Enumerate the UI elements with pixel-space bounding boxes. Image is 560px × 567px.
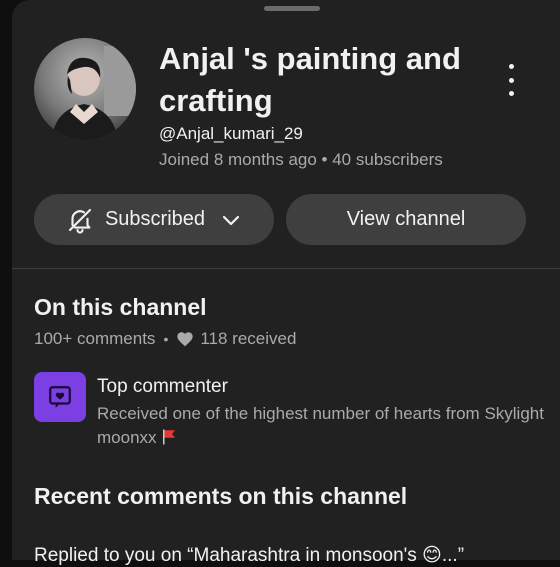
more-options-icon[interactable]	[502, 64, 520, 96]
chevron-down-icon	[219, 208, 243, 232]
channel-handle: @Anjal_kumari_29	[159, 124, 303, 143]
on-this-channel-title: On this channel	[34, 294, 207, 320]
badge-title: Top commenter	[97, 376, 228, 397]
channel-meta: Joined 8 months ago • 40 subscribers	[159, 150, 443, 169]
replied-comment-link[interactable]: Replied to you on “Maharashtra in monsoo…	[34, 544, 464, 567]
comments-count: 100+ comments	[34, 329, 156, 348]
channel-stats: 100+ comments • 118 received	[34, 329, 296, 349]
channel-avatar[interactable]	[34, 38, 136, 140]
hearts-received: 118 received	[200, 329, 297, 348]
recent-comments-title: Recent comments on this channel	[34, 483, 408, 509]
red-flag-icon	[160, 428, 178, 453]
channel-name: Anjal 's painting and crafting	[159, 41, 461, 118]
view-channel-button[interactable]: View channel	[286, 194, 526, 245]
divider	[12, 268, 560, 269]
bell-off-icon	[65, 205, 95, 235]
heart-chat-icon	[34, 372, 86, 422]
badge-description: Received one of the highest number of he…	[97, 402, 557, 453]
subscribed-button[interactable]: Subscribed	[34, 194, 274, 245]
drag-handle[interactable]	[264, 6, 320, 11]
heart-icon	[176, 331, 194, 347]
subscribed-label: Subscribed	[104, 208, 206, 230]
separator-dot: •	[163, 331, 169, 347]
